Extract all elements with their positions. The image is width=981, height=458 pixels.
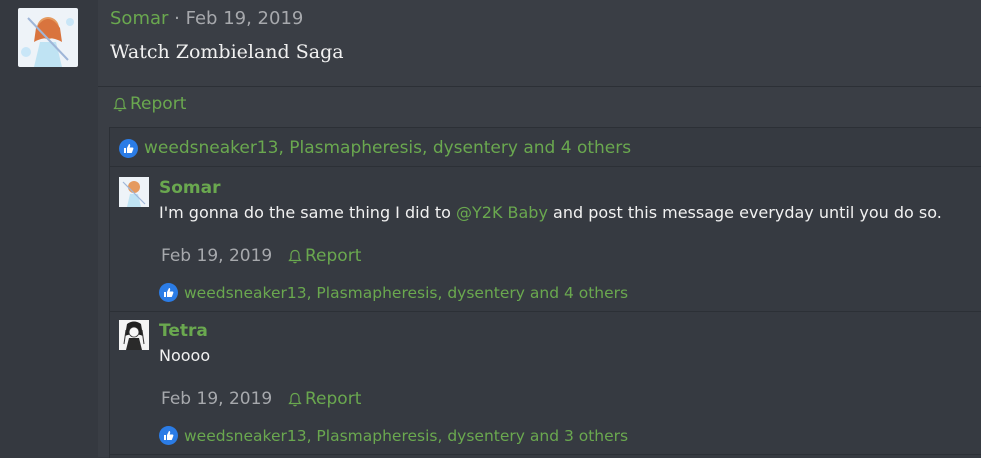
comment-reactions-bar[interactable]: weedsneaker13, Plasmapheresis, dysentery… [159,426,628,445]
comment-text: Noooo [159,346,211,365]
thumbs-up-icon [159,426,178,445]
report-label: Report [130,94,187,114]
comment-date[interactable]: Feb 19, 2019 [161,246,272,266]
post-reactions-text[interactable]: weedsneaker13, Plasmapheresis, dysentery… [144,138,631,158]
comment-text: I'm gonna do the same thing I did to @Y2… [159,203,942,222]
bell-icon [113,97,127,111]
thumbs-up-icon [119,138,138,158]
report-label: Report [305,246,362,266]
header-separator: · [174,8,180,29]
left-gutter [0,0,98,457]
post-date[interactable]: Feb 19, 2019 [186,8,304,29]
comment-author-name[interactable]: Tetra [159,321,208,341]
post-header: Somar · Feb 19, 2019 [110,8,303,29]
comment-text-part: I'm gonna do the same thing I did to [159,203,456,222]
post-reactions-bar[interactable]: weedsneaker13, Plasmapheresis, dysentery… [119,138,631,158]
comment-reactions-text[interactable]: weedsneaker13, Plasmapheresis, dysentery… [184,284,628,302]
comment-date[interactable]: Feb 19, 2019 [161,389,272,409]
comment-report-link[interactable]: Report [288,246,361,266]
divider [110,166,981,167]
post-author-name[interactable]: Somar [110,8,168,29]
user-mention-link[interactable]: @Y2K Baby [456,203,548,222]
comments-section: weedsneaker13, Plasmapheresis, dysentery… [109,127,981,458]
divider [98,86,981,87]
bell-icon [288,392,302,406]
post-body: Watch Zombieland Saga [110,41,344,63]
divider [110,311,981,312]
comment-author-name[interactable]: Somar [159,178,221,198]
post-report-link[interactable]: Report [113,94,186,114]
divider [110,454,981,455]
thumbs-up-icon [159,283,178,302]
comment-reactions-bar[interactable]: weedsneaker13, Plasmapheresis, dysentery… [159,283,628,302]
post-author-avatar[interactable] [18,8,78,67]
comment-text-part: and post this message everyday until you… [547,203,942,222]
comment-report-link[interactable]: Report [288,389,361,409]
comment-author-avatar[interactable] [119,177,149,207]
comment-author-avatar[interactable] [119,320,149,350]
report-label: Report [305,389,362,409]
comment-reactions-text[interactable]: weedsneaker13, Plasmapheresis, dysentery… [184,427,628,445]
bell-icon [288,249,302,263]
